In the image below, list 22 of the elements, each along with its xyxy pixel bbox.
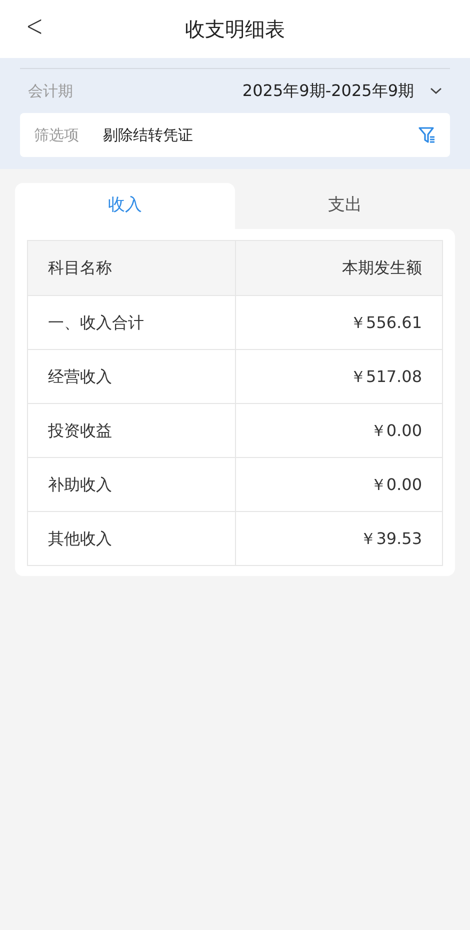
table-cell: ￥0.00	[235, 404, 442, 457]
table-cell-text: 一、收入合计	[47, 312, 145, 334]
tab[interactable]: 收入	[15, 183, 235, 229]
table-cell: ￥517.08	[235, 350, 442, 403]
filter-value: 剔除结转凭证	[103, 124, 193, 146]
filter-label: 筛选项	[34, 124, 79, 146]
table-cell: ￥0.00	[235, 458, 442, 511]
table-cell-text: 经营收入	[47, 366, 113, 388]
period-selector[interactable]: 2025年9期-2025年9期	[242, 79, 442, 103]
column-header: 科目名称	[47, 257, 113, 279]
chevron-down-icon	[430, 87, 442, 95]
table-cell-text: 其他收入	[47, 528, 113, 550]
page-title: 收支明细表	[185, 16, 285, 43]
table-cell: ￥556.61	[235, 296, 442, 349]
tab[interactable]: 支出	[235, 183, 455, 229]
table-cell-text: 投资收益	[47, 420, 113, 442]
period-label: 会计期	[28, 80, 73, 102]
back-button[interactable]: <	[22, 12, 48, 43]
filter-icon[interactable]	[418, 126, 436, 144]
column-header: 本期发生额	[235, 241, 442, 295]
table-cell: ￥39.53	[235, 512, 442, 565]
table-cell-text: 补助收入	[47, 474, 113, 496]
